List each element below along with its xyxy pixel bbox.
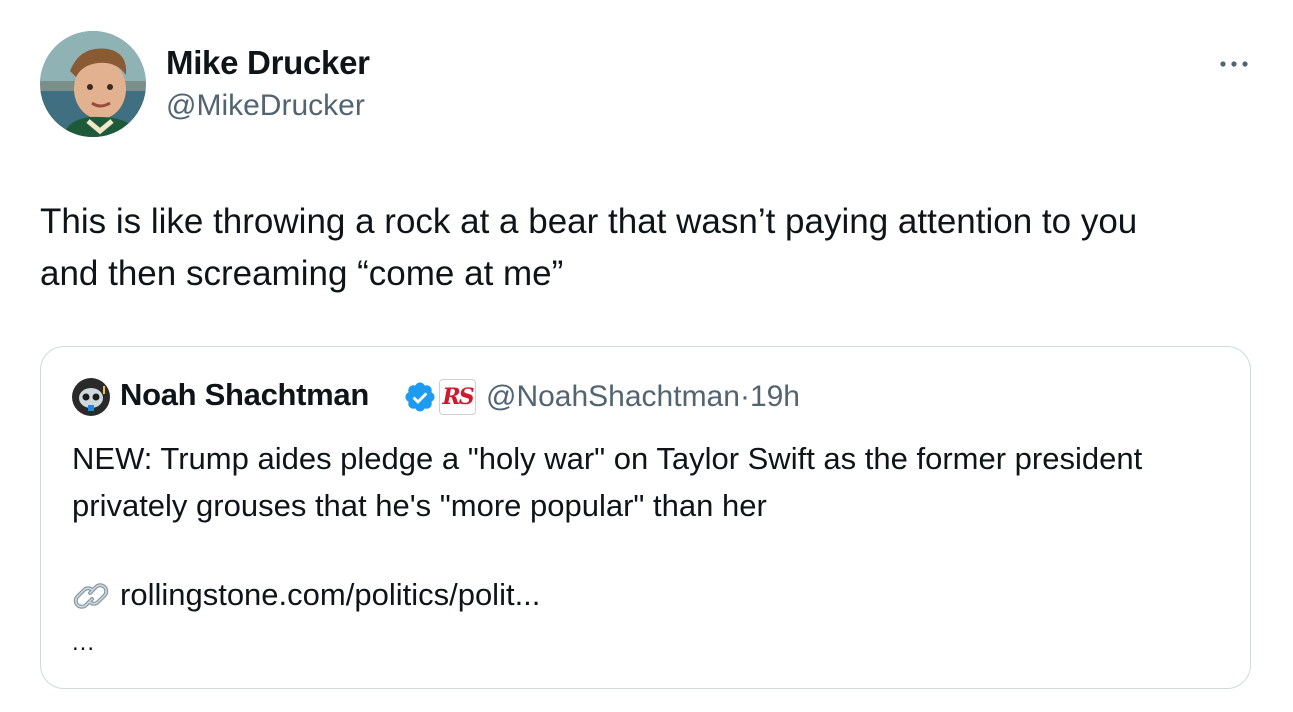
quoted-author-name[interactable]: Noah Shachtman [120, 377, 369, 413]
quoted-tweet-text: NEW: Trump aides pledge a "holy war" on … [72, 441, 1143, 523]
link-icon [73, 583, 109, 609]
author-avatar[interactable] [40, 31, 146, 137]
quoted-author-avatar[interactable] [72, 378, 110, 416]
verified-badge-icon [405, 382, 435, 412]
tweet-text: This is like throwing a rock at a bear t… [40, 202, 1138, 293]
quoted-meta: @NoahShachtman·19h [486, 380, 800, 414]
quoted-tweet-card[interactable]: Noah Shachtman RS @NoahShachtman·19h NEW… [40, 346, 1251, 689]
truncation-ellipsis: ... [72, 629, 96, 656]
more-horizontal-icon [1220, 61, 1248, 67]
link-text[interactable]: rollingstone.com/politics/polit... [120, 577, 540, 613]
tweet: Mike Drucker @MikeDrucker This is like t… [0, 0, 1293, 712]
affiliate-badge[interactable]: RS [439, 379, 476, 415]
meta-separator: · [739, 380, 750, 413]
quoted-link[interactable]: rollingstone.com/politics/polit... [72, 575, 540, 615]
author-name[interactable]: Mike Drucker [166, 44, 370, 82]
author-handle[interactable]: @MikeDrucker [166, 89, 365, 123]
quoted-timestamp[interactable]: 19h [750, 380, 800, 413]
quoted-author-handle[interactable]: @NoahShachtman [486, 380, 740, 413]
more-options-button[interactable] [1212, 52, 1256, 76]
